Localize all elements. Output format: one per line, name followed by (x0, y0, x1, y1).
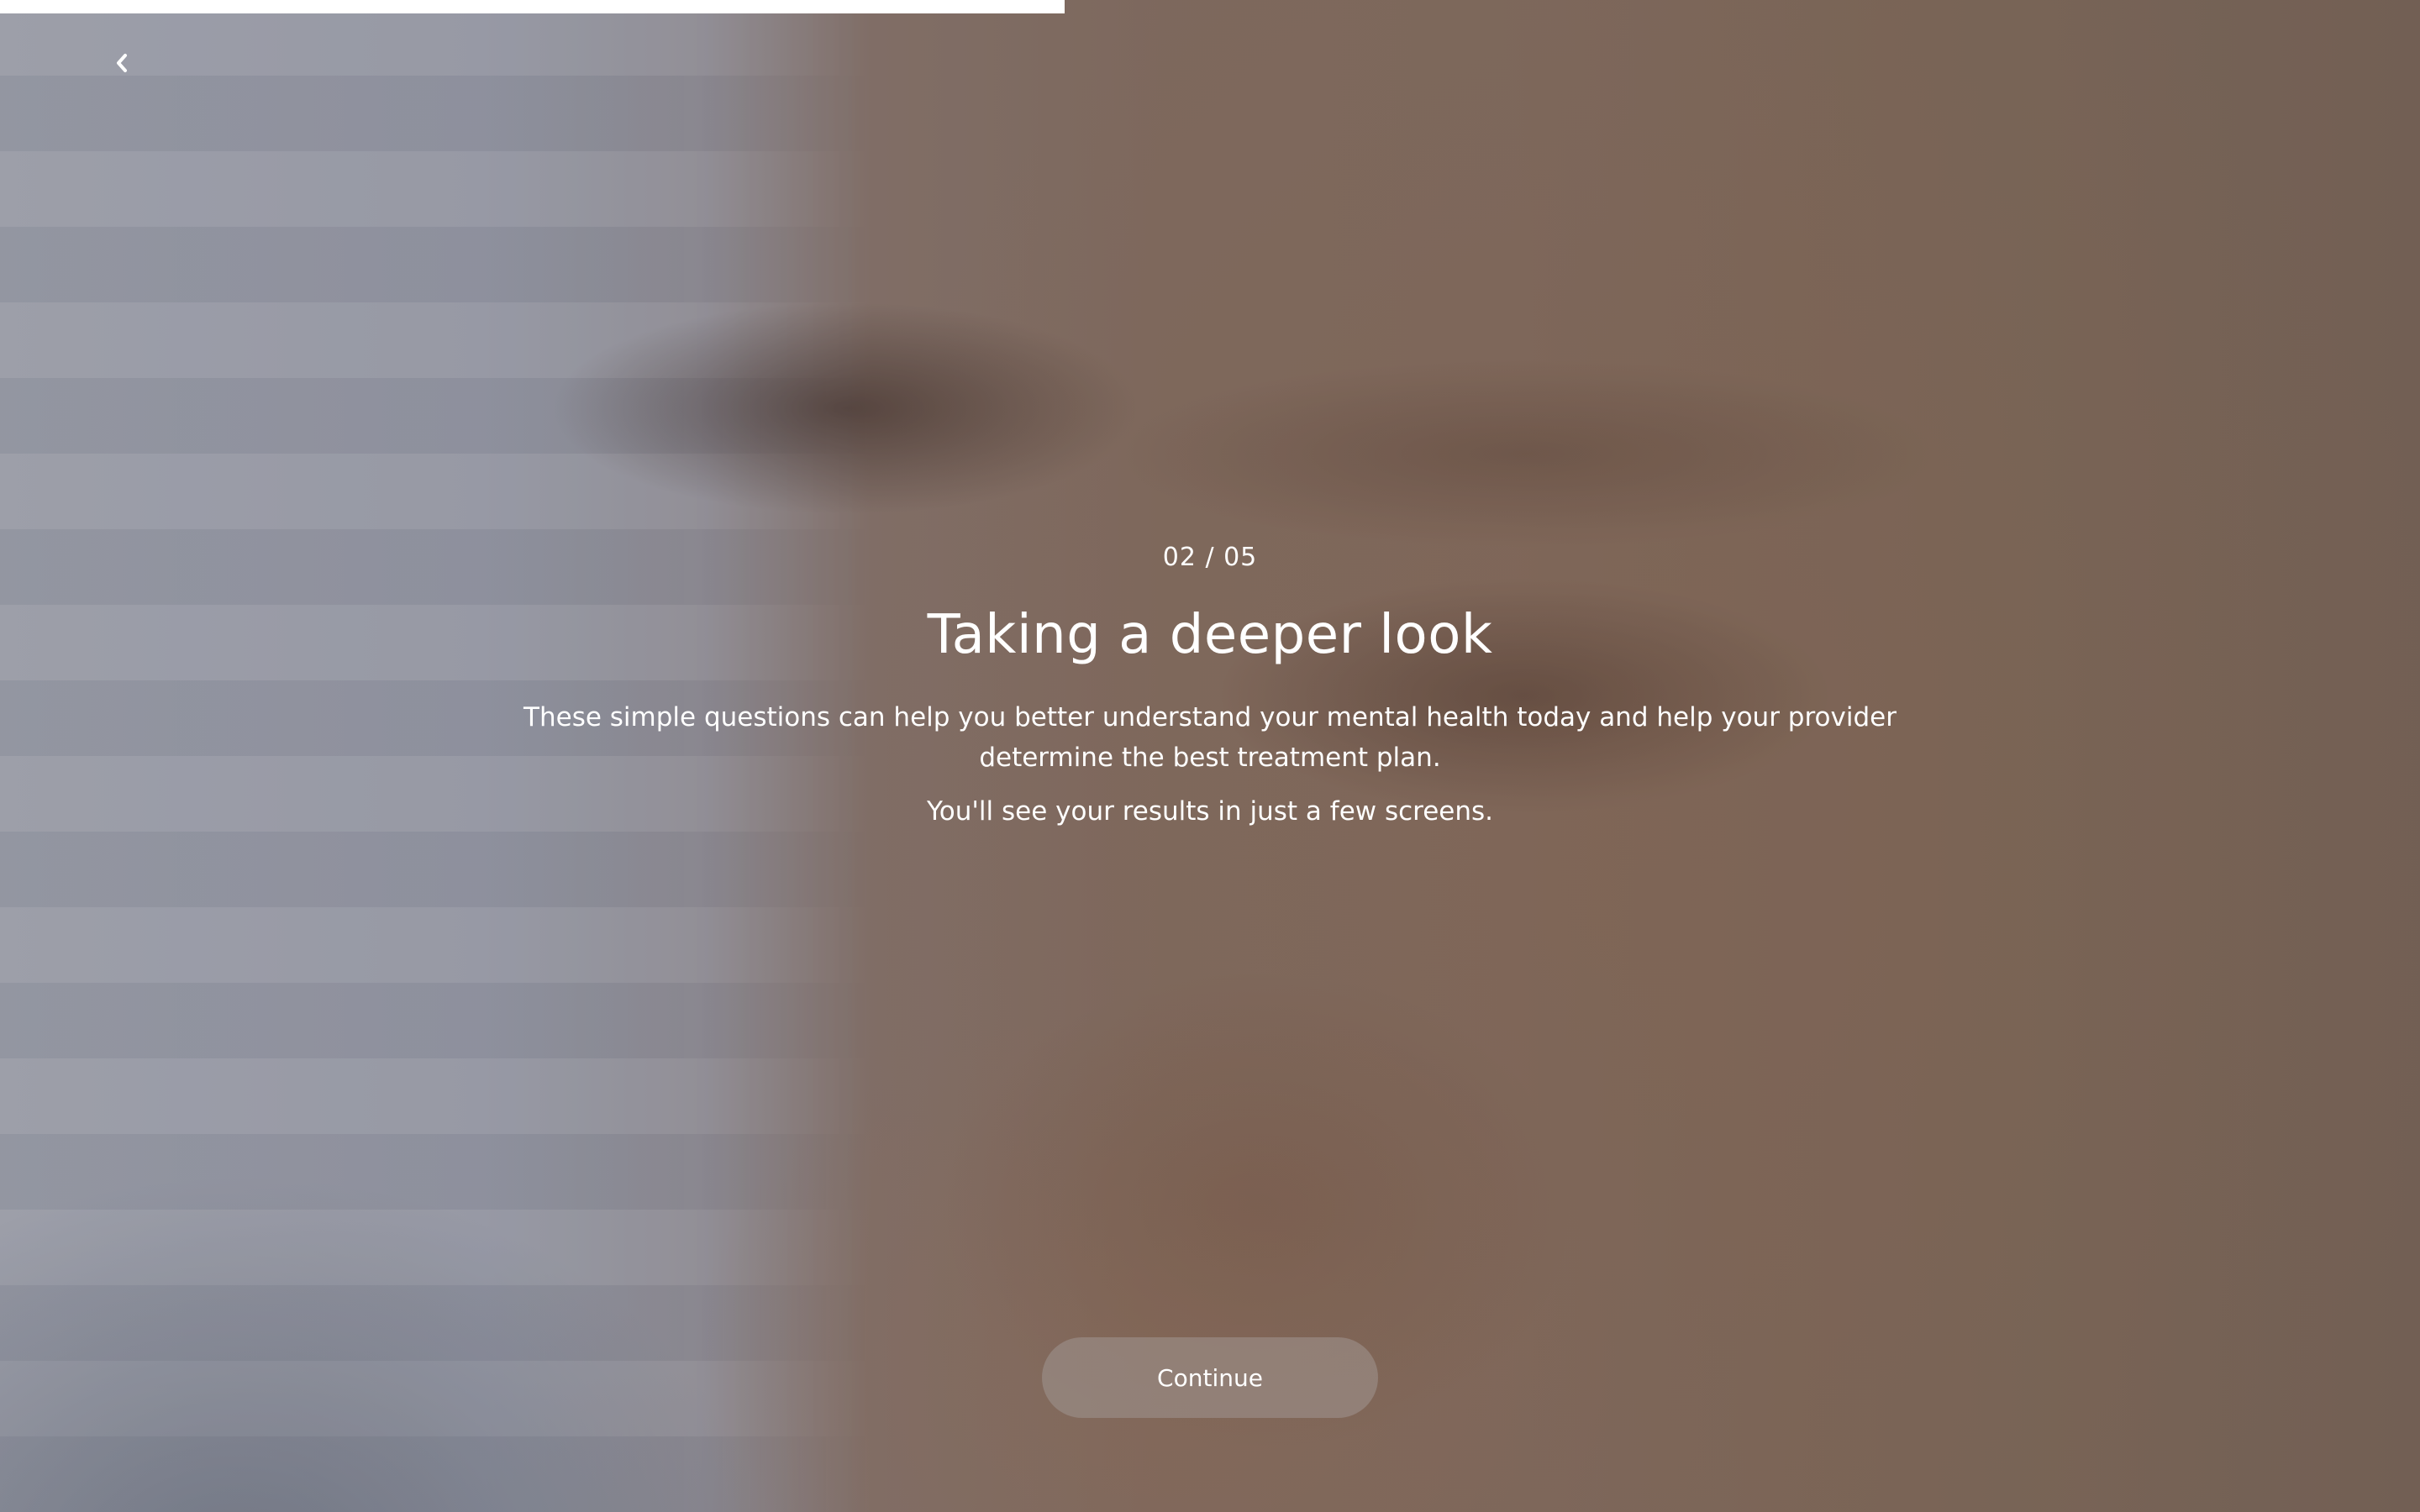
intro-content: 02 / 05 Taking a deeper look These simpl… (0, 538, 2420, 832)
progress-bar (0, 0, 2420, 13)
onboarding-screen: 02 / 05 Taking a deeper look These simpl… (0, 0, 2420, 1512)
progress-bar-fill (0, 0, 1065, 13)
intro-description: These simple questions can help you bett… (523, 702, 1897, 773)
back-button[interactable] (103, 44, 141, 82)
step-counter: 02 / 05 (1162, 543, 1258, 572)
continue-button[interactable]: Continue (1042, 1337, 1378, 1418)
page-title: Taking a deeper look (927, 604, 1493, 666)
chevron-left-icon (117, 54, 127, 72)
results-note: You'll see your results in just a few sc… (926, 796, 1494, 827)
